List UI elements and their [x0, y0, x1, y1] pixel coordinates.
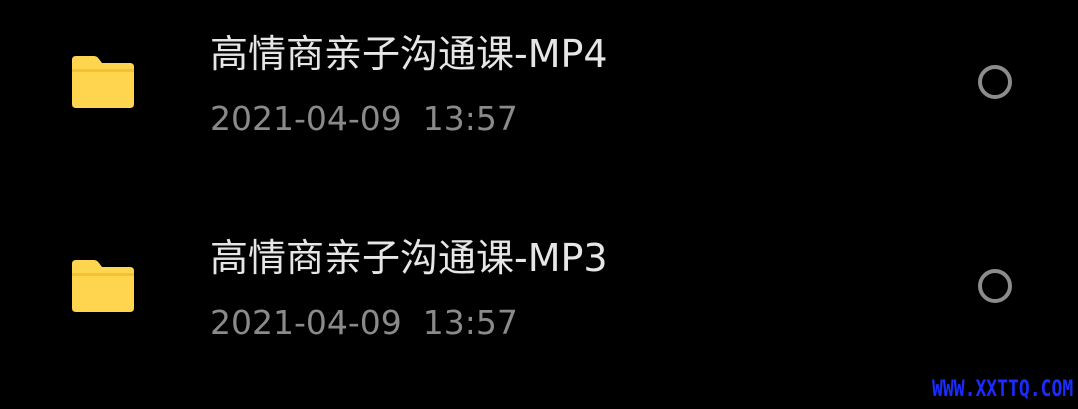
watermark: WWW.XXTTQ.COM [931, 377, 1073, 402]
select-radio-button[interactable] [978, 269, 1012, 303]
file-name: 高情商亲子沟通课-MP4 [210, 32, 608, 76]
file-date: 2021-04-09 13:57 [210, 303, 518, 342]
file-list-item[interactable]: 高情商亲子沟通课-MP4 2021-04-09 13:57 [0, 0, 1078, 200]
file-date: 2021-04-09 13:57 [210, 99, 518, 138]
select-radio-button[interactable] [978, 65, 1012, 99]
folder-icon [70, 258, 136, 314]
file-list-item[interactable]: 高情商亲子沟通课-MP3 2021-04-09 13:57 [0, 204, 1078, 404]
folder-icon [70, 54, 136, 110]
file-name: 高情商亲子沟通课-MP3 [210, 236, 608, 280]
